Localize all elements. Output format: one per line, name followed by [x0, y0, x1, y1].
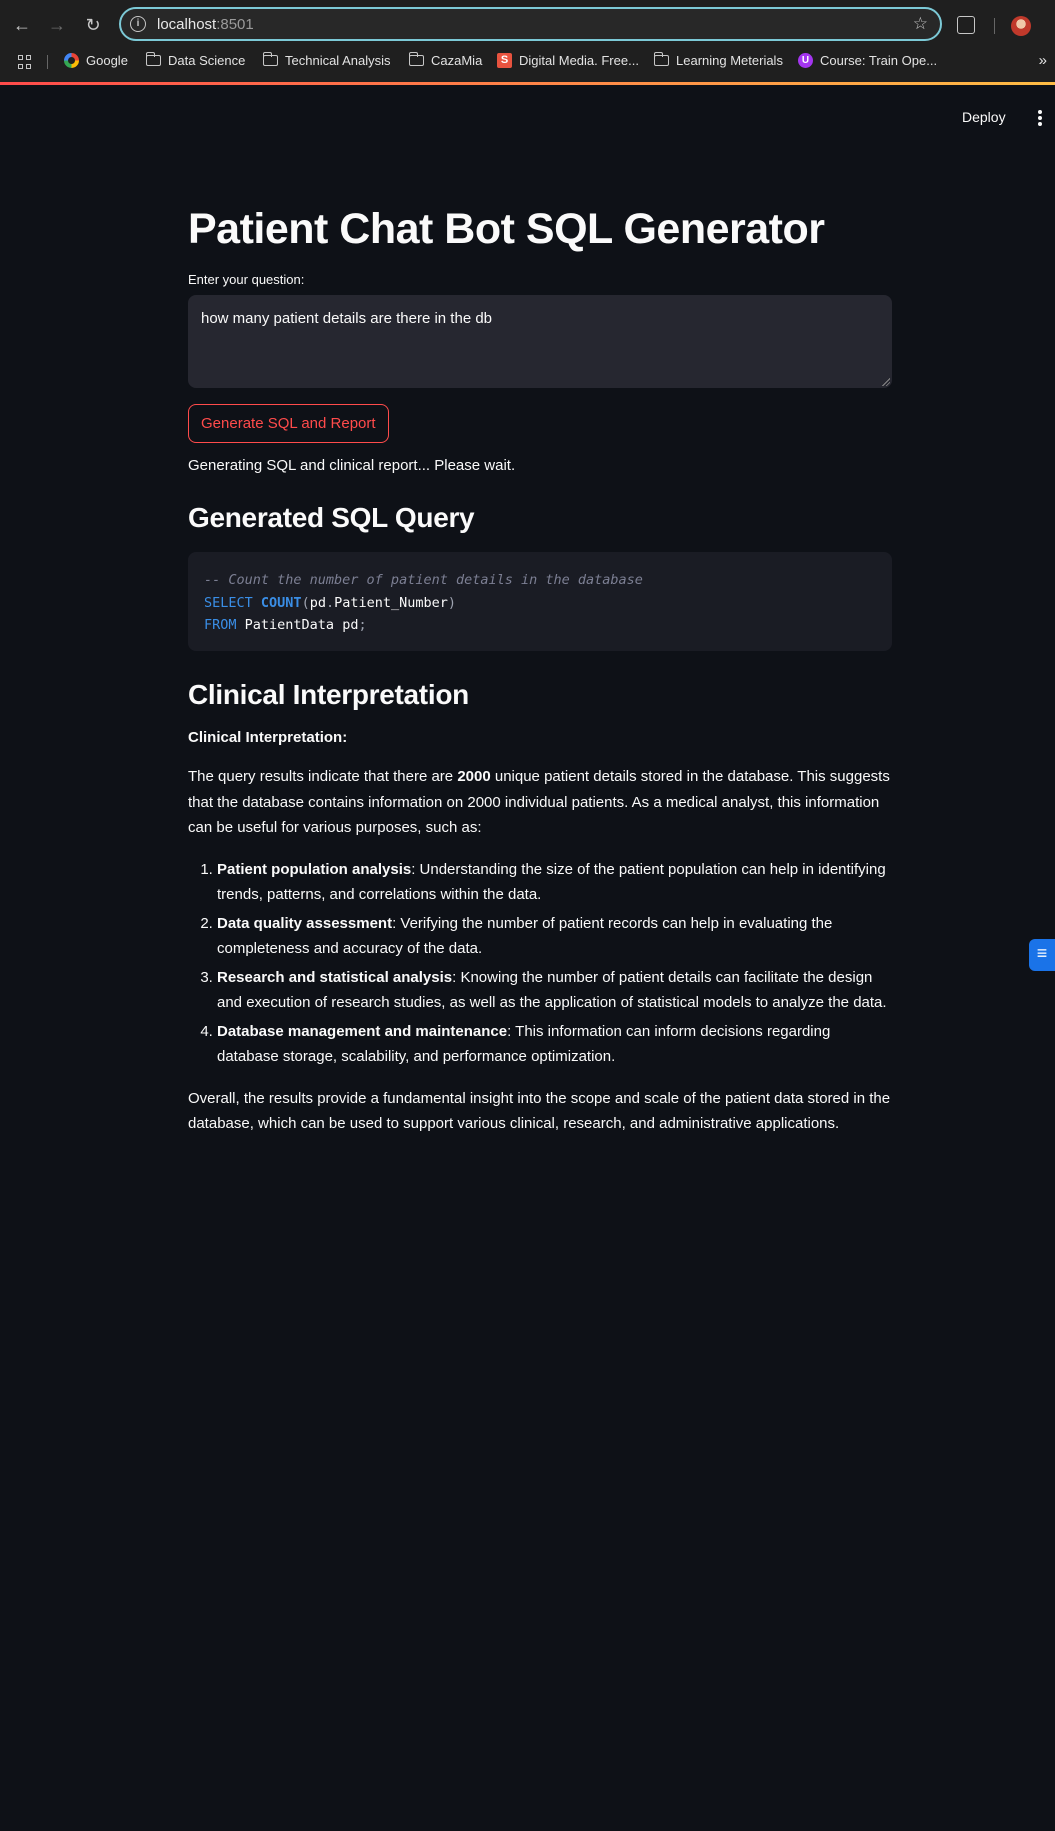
question-label: Enter your question:	[188, 272, 305, 287]
extensions-icon[interactable]	[957, 16, 975, 34]
sql-punctuation: .	[325, 594, 335, 611]
bookmark-label: Course: Train Ope...	[820, 53, 938, 68]
bookmark-label: Data Science	[168, 53, 246, 68]
browser-toolbar: ← → ↻ i localhost:8501 ☆	[0, 4, 1055, 46]
bookmark-technical-analysis[interactable]: Technical Analysis	[262, 52, 391, 68]
bookmark-label: CazaMia	[431, 53, 483, 68]
sql-identifier: Patient_Number	[334, 594, 448, 611]
clinical-intro: The query results indicate that there ar…	[188, 764, 892, 841]
bookmarks-bar: Google Data Science Technical Analysis C…	[0, 48, 1055, 76]
clinical-subheading: Clinical Interpretation:	[188, 729, 348, 746]
apps-grid-icon[interactable]	[18, 55, 32, 69]
folder-icon	[262, 52, 278, 66]
back-arrow-icon[interactable]: ←	[10, 13, 34, 37]
clinical-conclusion: Overall, the results provide a fundament…	[188, 1089, 891, 1133]
question-textarea[interactable]: how many patient details are there in th…	[188, 295, 892, 388]
bookmark-label: Learning Meterials	[676, 53, 783, 68]
sql-code-block: -- Count the number of patient details i…	[188, 552, 892, 651]
point-title: Research and statistical analysis	[217, 968, 453, 986]
reload-icon[interactable]: ↻	[81, 13, 105, 37]
sql-function: COUNT	[260, 594, 302, 611]
sql-keyword: SELECT	[204, 594, 253, 611]
google-icon	[64, 53, 79, 68]
list-item: Data quality assessment: Verifying the n…	[217, 911, 892, 962]
toolbar-divider	[994, 18, 995, 34]
s-logo-icon: S	[497, 53, 512, 68]
address-bar[interactable]: i localhost:8501 ☆	[119, 7, 942, 41]
list-item: Research and statistical analysis: Knowi…	[217, 965, 892, 1016]
intro-text: The query results indicate that there ar…	[188, 768, 458, 785]
main-content: Patient Chat Bot SQL Generator Enter you…	[188, 190, 892, 1137]
point-title: Patient population analysis	[217, 860, 412, 878]
bookmarks-overflow-icon[interactable]: »	[1039, 52, 1047, 69]
sql-identifier: PatientData pd	[244, 617, 359, 633]
bookmark-course[interactable]: U Course: Train Ope...	[798, 53, 937, 68]
forward-arrow-icon[interactable]: →	[45, 13, 69, 37]
main-menu-icon[interactable]	[1038, 110, 1042, 126]
list-item: Database management and maintenance: Thi…	[217, 1019, 892, 1070]
generate-button[interactable]: Generate SQL and Report	[188, 404, 389, 443]
folder-icon	[653, 52, 669, 66]
list-item: Patient population analysis: Understandi…	[217, 857, 892, 908]
bookmark-label: Digital Media. Free...	[519, 53, 639, 68]
bookmark-learning-meterials[interactable]: Learning Meterials	[653, 52, 783, 68]
point-title: Data quality assessment	[217, 914, 393, 932]
sql-punctuation: (	[301, 594, 310, 611]
sql-punctuation: ;	[358, 617, 367, 633]
app-top-decoration	[0, 82, 1055, 85]
clinical-points-list: Patient population analysis: Understandi…	[188, 857, 892, 1070]
page-title: Patient Chat Bot SQL Generator	[188, 205, 825, 253]
sql-identifier: pd	[309, 594, 326, 611]
resize-handle-icon[interactable]	[881, 377, 890, 386]
side-extension-icon[interactable]: ≡	[1029, 939, 1055, 971]
site-info-icon[interactable]: i	[130, 16, 146, 32]
sql-heading: Generated SQL Query	[188, 502, 475, 533]
bookmark-label: Technical Analysis	[285, 53, 391, 68]
bookmark-label: Google	[86, 53, 128, 68]
sql-keyword: FROM	[204, 617, 237, 633]
sql-punctuation: )	[447, 594, 457, 611]
sql-comment: -- Count the number of patient details i…	[204, 572, 643, 588]
question-value: how many patient details are there in th…	[201, 310, 493, 327]
bookmarks-divider	[47, 55, 48, 69]
bookmark-data-science[interactable]: Data Science	[145, 52, 246, 68]
url-text: localhost:8501	[157, 16, 254, 33]
clinical-heading: Clinical Interpretation	[188, 679, 469, 710]
status-text: Generating SQL and clinical report... Pl…	[188, 457, 516, 474]
point-title: Database management and maintenance	[217, 1022, 508, 1040]
intro-count: 2000	[457, 768, 491, 785]
bookmark-cazamia[interactable]: CazaMia	[408, 52, 483, 68]
deploy-button[interactable]: Deploy	[962, 109, 1006, 125]
bookmark-star-icon[interactable]: ☆	[913, 14, 928, 34]
udemy-icon: U	[798, 53, 813, 68]
bookmark-google[interactable]: Google	[64, 53, 128, 68]
folder-icon	[408, 52, 424, 66]
bookmark-digital-media[interactable]: S Digital Media. Free...	[497, 53, 639, 68]
browser-chrome: ← → ↻ i localhost:8501 ☆ Google Data Sci…	[0, 0, 1055, 85]
folder-icon	[145, 52, 161, 66]
profile-avatar[interactable]	[1011, 16, 1031, 36]
